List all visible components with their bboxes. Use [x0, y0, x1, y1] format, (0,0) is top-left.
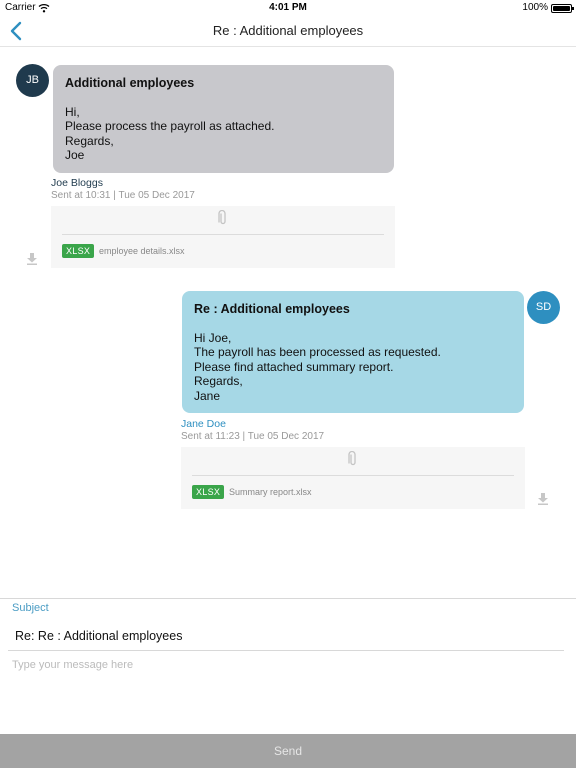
battery-icon: [551, 4, 574, 13]
message-bubble-sent: Re : Additional employees Hi Joe, The pa…: [182, 291, 524, 413]
page-title: Re : Additional employees: [212, 23, 364, 38]
attachment-divider: [62, 234, 384, 235]
subject-input[interactable]: [8, 622, 564, 651]
subject-label: Subject: [12, 602, 49, 614]
message-subject: Re : Additional employees: [194, 302, 350, 316]
avatar-jb: JB: [16, 64, 49, 97]
message-input[interactable]: [8, 657, 564, 727]
attachment-filename[interactable]: Summary report.xlsx: [229, 487, 312, 497]
attachment-card[interactable]: XLSX employee details.xlsx: [51, 206, 395, 268]
message-body-line: Jane: [194, 388, 221, 403]
message-body-line: The payroll has been processed as reques…: [194, 345, 441, 359]
message-body-line: Joe: [65, 148, 85, 162]
message-body-line: Hi Joe,: [194, 330, 232, 345]
compose-panel: Subject: [0, 598, 576, 734]
send-button[interactable]: Send: [0, 734, 576, 768]
nav-bar: Re : Additional employees: [0, 16, 576, 47]
battery-percentage: 100%: [522, 2, 548, 13]
message-body-line: Please process the payroll as attached.: [65, 119, 275, 133]
file-type-badge: XLSX: [62, 244, 95, 258]
download-icon[interactable]: [25, 252, 39, 266]
attachment-divider: [192, 475, 514, 476]
attachment-card[interactable]: XLSX Summary report.xlsx: [181, 447, 525, 509]
attachment-filename[interactable]: employee details.xlsx: [99, 246, 185, 256]
message-body-line: Please find attached summary report.: [194, 359, 394, 374]
message-subject: Additional employees: [65, 76, 195, 90]
avatar-sd: SD: [527, 291, 560, 324]
status-bar: Carrier 4:01 PM 100%: [0, 0, 576, 16]
sent-timestamp: Sent at 10:31 | Tue 05 Dec 2017: [51, 190, 195, 201]
battery-fill: [553, 6, 570, 11]
sender-name: Joe Bloggs: [51, 177, 103, 189]
download-icon[interactable]: [536, 492, 550, 506]
message-bubble-received: Additional employees Hi, Please process …: [53, 65, 394, 173]
status-time: 4:01 PM: [269, 2, 307, 13]
message-body-line: Regards,: [194, 374, 243, 388]
file-type-badge: XLSX: [192, 485, 225, 499]
sent-timestamp: Sent at 11:23 | Tue 05 Dec 2017: [181, 431, 325, 442]
sender-name: Jane Doe: [181, 418, 226, 430]
message-body-line: Regards,: [65, 133, 114, 148]
message-body-line: Hi,: [65, 104, 80, 119]
paperclip-icon: [51, 209, 395, 231]
paperclip-icon: [181, 450, 525, 472]
